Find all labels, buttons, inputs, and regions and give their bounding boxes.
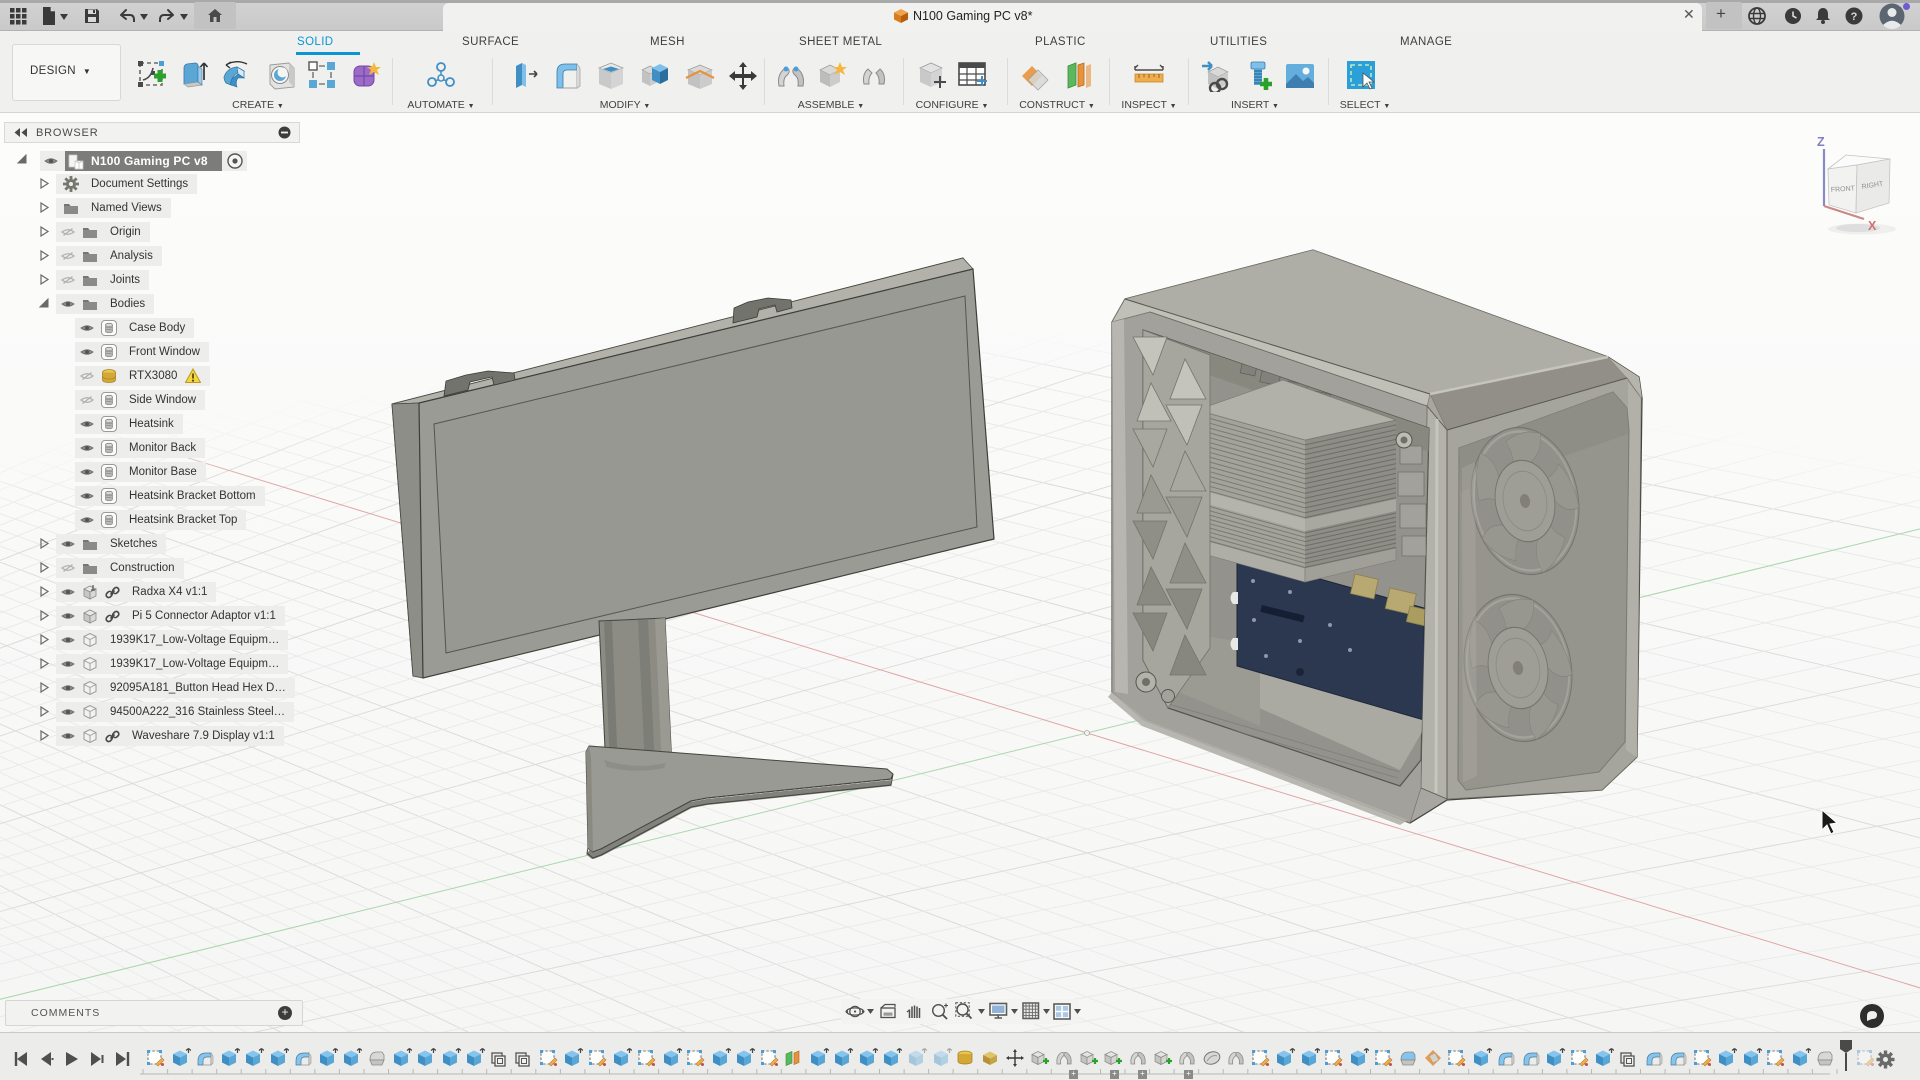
svg-text:?: ?	[1851, 11, 1858, 23]
svg-text:X: X	[1868, 219, 1877, 233]
svg-text:Z: Z	[1817, 135, 1825, 149]
